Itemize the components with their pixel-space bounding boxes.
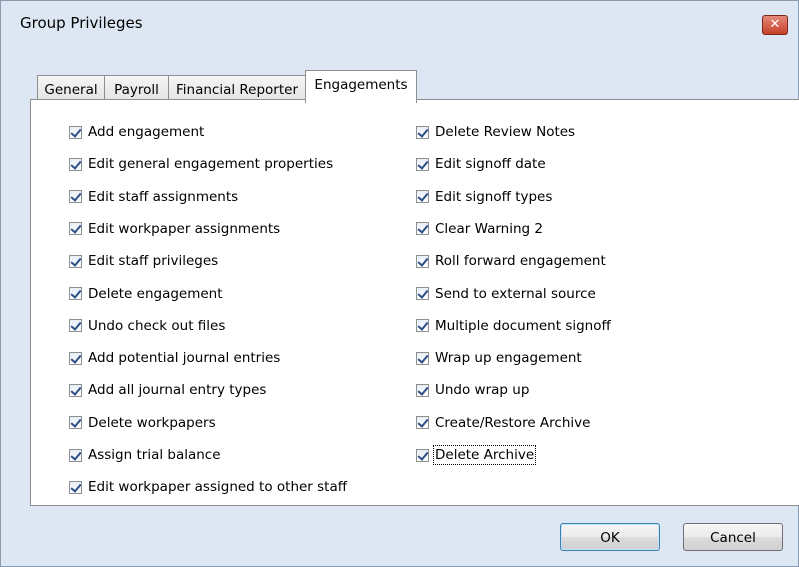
privilege-label: Send to external source	[435, 285, 596, 302]
checkbox-icon[interactable]	[416, 287, 429, 300]
privilege-label: Edit general engagement properties	[88, 156, 334, 173]
privilege-checkbox[interactable]: Create/Restore Archive	[416, 413, 590, 433]
checkbox-icon[interactable]	[69, 448, 82, 462]
privilege-checkbox[interactable]: Add potential journal entries	[69, 348, 280, 368]
privilege-checkbox[interactable]: Edit workpaper assigned to other staff	[69, 477, 347, 497]
checkbox-icon[interactable]	[69, 480, 82, 494]
privilege-label: Create/Restore Archive	[435, 414, 591, 431]
checkbox-icon[interactable]	[69, 190, 82, 204]
privilege-label: Clear Warning 2	[435, 220, 543, 237]
checkbox-icon[interactable]	[416, 416, 429, 430]
privilege-checkbox[interactable]: Add engagement	[69, 122, 204, 142]
privilege-label: Edit staff assignments	[88, 188, 239, 205]
checkbox-icon[interactable]	[69, 351, 82, 365]
tab-engagements[interactable]: Engagements	[305, 70, 417, 103]
cancel-button[interactable]: Cancel	[683, 523, 783, 551]
privilege-label: Add all journal entry types	[88, 382, 267, 399]
privilege-label: Delete engagement	[88, 285, 223, 302]
dialog-title: Group Privileges	[20, 14, 143, 32]
privilege-checkbox[interactable]: Send to external source	[416, 284, 596, 304]
privilege-label: Add engagement	[88, 124, 205, 140]
checkbox-icon[interactable]	[416, 319, 429, 333]
privilege-label: Edit signoff types	[435, 188, 553, 205]
privilege-checkbox[interactable]: Assign trial balance	[69, 445, 221, 465]
privilege-label: Delete Review Notes	[435, 124, 576, 140]
privilege-label: Delete workpapers	[88, 414, 216, 431]
privilege-checkbox[interactable]: Multiple document signoff	[416, 316, 611, 336]
checkbox-icon[interactable]	[416, 125, 429, 139]
privilege-label: Undo check out files	[88, 317, 226, 334]
checkbox-icon[interactable]	[69, 125, 82, 139]
checkbox-icon[interactable]	[416, 351, 429, 365]
close-button[interactable]: ✕	[762, 15, 788, 35]
privilege-checkbox[interactable]: Wrap up engagement	[416, 348, 582, 368]
privilege-label: Delete Archive	[432, 445, 537, 465]
privilege-label: Undo wrap up	[435, 382, 530, 399]
privilege-label: Edit workpaper assigned to other staff	[88, 479, 348, 496]
title-bar: Group Privileges ✕	[1, 1, 798, 45]
privilege-label: Edit signoff date	[435, 156, 546, 173]
privilege-label: Assign trial balance	[88, 447, 221, 463]
ok-button[interactable]: OK	[560, 523, 660, 551]
privilege-checkbox[interactable]: Edit general engagement properties	[69, 154, 333, 174]
privilege-label: Multiple document signoff	[435, 317, 611, 334]
privilege-checkbox[interactable]: Undo check out files	[69, 316, 225, 336]
privilege-checkbox[interactable]: Delete Archive	[416, 445, 537, 465]
privilege-checkbox[interactable]: Edit staff assignments	[69, 187, 238, 207]
privilege-checkbox[interactable]: Delete workpapers	[69, 413, 216, 433]
privilege-label: Roll forward engagement	[435, 253, 606, 270]
checkbox-icon[interactable]	[69, 287, 82, 300]
privilege-checkbox[interactable]: Edit workpaper assignments	[69, 219, 280, 239]
privilege-checkbox[interactable]: Edit staff privileges	[69, 251, 218, 271]
privilege-label: Wrap up engagement	[435, 350, 582, 367]
privilege-checkbox[interactable]: Undo wrap up	[416, 380, 529, 400]
privilege-checkbox[interactable]: Edit signoff types	[416, 187, 552, 207]
privilege-label: Edit staff privileges	[88, 253, 219, 270]
checkbox-icon[interactable]	[69, 254, 82, 268]
privilege-checkbox[interactable]: Delete engagement	[69, 284, 223, 304]
checkbox-icon[interactable]	[69, 157, 82, 171]
privilege-label: Add potential journal entries	[88, 350, 281, 367]
checkbox-icon[interactable]	[69, 319, 82, 333]
checkbox-icon[interactable]	[69, 416, 82, 430]
privilege-label: Edit workpaper assignments	[88, 220, 281, 237]
privilege-checkbox[interactable]: Roll forward engagement	[416, 251, 606, 271]
privilege-checkbox[interactable]: Delete Review Notes	[416, 122, 575, 142]
checkbox-icon[interactable]	[416, 383, 429, 397]
checkbox-icon[interactable]	[416, 190, 429, 204]
checkbox-icon[interactable]	[69, 383, 82, 397]
privilege-checkbox[interactable]: Add all journal entry types	[69, 380, 266, 400]
privilege-checkbox[interactable]: Clear Warning 2	[416, 219, 543, 239]
checkbox-icon[interactable]	[416, 222, 429, 236]
checkbox-icon[interactable]	[416, 254, 429, 268]
checkbox-icon[interactable]	[69, 222, 82, 236]
privilege-checkbox[interactable]: Edit signoff date	[416, 154, 546, 174]
checkbox-icon[interactable]	[416, 157, 429, 171]
checkbox-icon[interactable]	[416, 448, 429, 462]
